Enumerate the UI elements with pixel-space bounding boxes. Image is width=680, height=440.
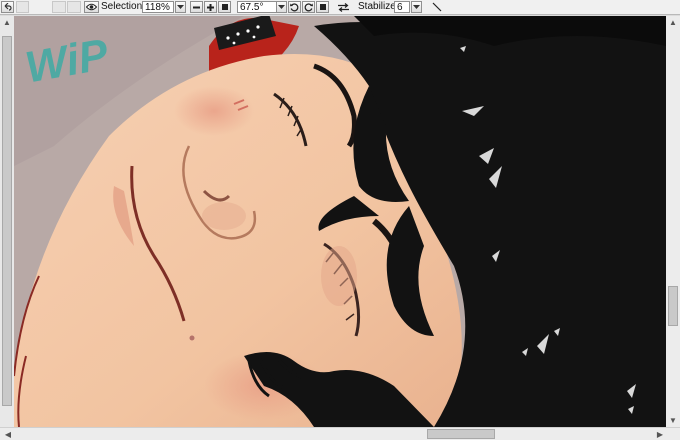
nose-tip-shade — [202, 202, 246, 230]
flip-horizontal-button[interactable] — [336, 1, 350, 13]
rotate-right-icon — [304, 2, 313, 11]
stabilizer-dropdown[interactable] — [411, 1, 422, 13]
undo-icon — [4, 3, 12, 11]
rotation-field[interactable]: 67.5° — [237, 1, 277, 13]
left-scrollbar[interactable]: ▲ — [0, 16, 14, 427]
diagonal-line-icon — [432, 2, 442, 12]
rotate-right-button[interactable] — [302, 1, 315, 13]
toolbar: Selection 118% 67.5° Stabilizer 6 — [0, 0, 680, 15]
zoom-in-button[interactable] — [204, 1, 217, 13]
scroll-left-arrow[interactable]: ◀ — [2, 428, 14, 440]
plus-icon — [207, 3, 214, 11]
canvas-viewport[interactable]: WiP — [14, 16, 666, 427]
chevron-down-icon — [278, 5, 285, 9]
vertical-scroll-thumb[interactable] — [668, 286, 678, 326]
scroll-up-arrow[interactable]: ▲ — [667, 16, 679, 28]
square-icon — [319, 4, 326, 10]
selection-label: Selection — [101, 1, 143, 12]
right-scrollbar[interactable]: ▲ ▼ — [666, 16, 680, 427]
zoom-value: 118% — [145, 1, 170, 13]
minus-icon — [193, 6, 200, 8]
stabilizer-field[interactable]: 6 — [394, 1, 410, 13]
tool-button-2[interactable] — [67, 1, 81, 13]
cheek-blush — [174, 86, 254, 136]
chevron-down-icon — [177, 5, 184, 9]
redo-button[interactable] — [16, 1, 29, 13]
stabilizer-value: 6 — [397, 1, 403, 13]
eye-socket-shade — [321, 246, 357, 306]
artwork-canvas[interactable]: WiP — [14, 16, 666, 427]
rotate-left-button[interactable] — [288, 1, 301, 13]
undo-button[interactable] — [1, 1, 14, 13]
tool-button-1[interactable] — [52, 1, 66, 13]
horizontal-scrollbar[interactable]: ◀ ▶ — [0, 427, 680, 440]
scroll-right-arrow[interactable]: ▶ — [654, 428, 666, 440]
mole — [189, 335, 195, 341]
zoom-out-button[interactable] — [190, 1, 203, 13]
eye-icon — [86, 3, 97, 11]
rotate-left-icon — [290, 2, 299, 11]
chevron-down-icon — [413, 5, 420, 9]
horizontal-scroll-thumb[interactable] — [427, 429, 495, 439]
selection-view-button[interactable] — [84, 1, 99, 13]
zoom-reset-button[interactable] — [218, 1, 231, 13]
left-scroll-thumb[interactable] — [2, 36, 12, 406]
stabilizer-label: Stabilizer — [358, 1, 400, 12]
scroll-up-arrow[interactable]: ▲ — [1, 16, 13, 28]
square-icon — [221, 4, 228, 10]
pen-pressure-button[interactable] — [430, 1, 444, 13]
rotate-reset-button[interactable] — [316, 1, 329, 13]
rotation-dropdown[interactable] — [276, 1, 287, 13]
zoom-field[interactable]: 118% — [142, 1, 174, 13]
swap-arrows-icon — [337, 2, 349, 12]
scroll-down-arrow[interactable]: ▼ — [667, 414, 679, 426]
zoom-dropdown[interactable] — [175, 1, 186, 13]
rotation-value: 67.5° — [240, 1, 264, 13]
